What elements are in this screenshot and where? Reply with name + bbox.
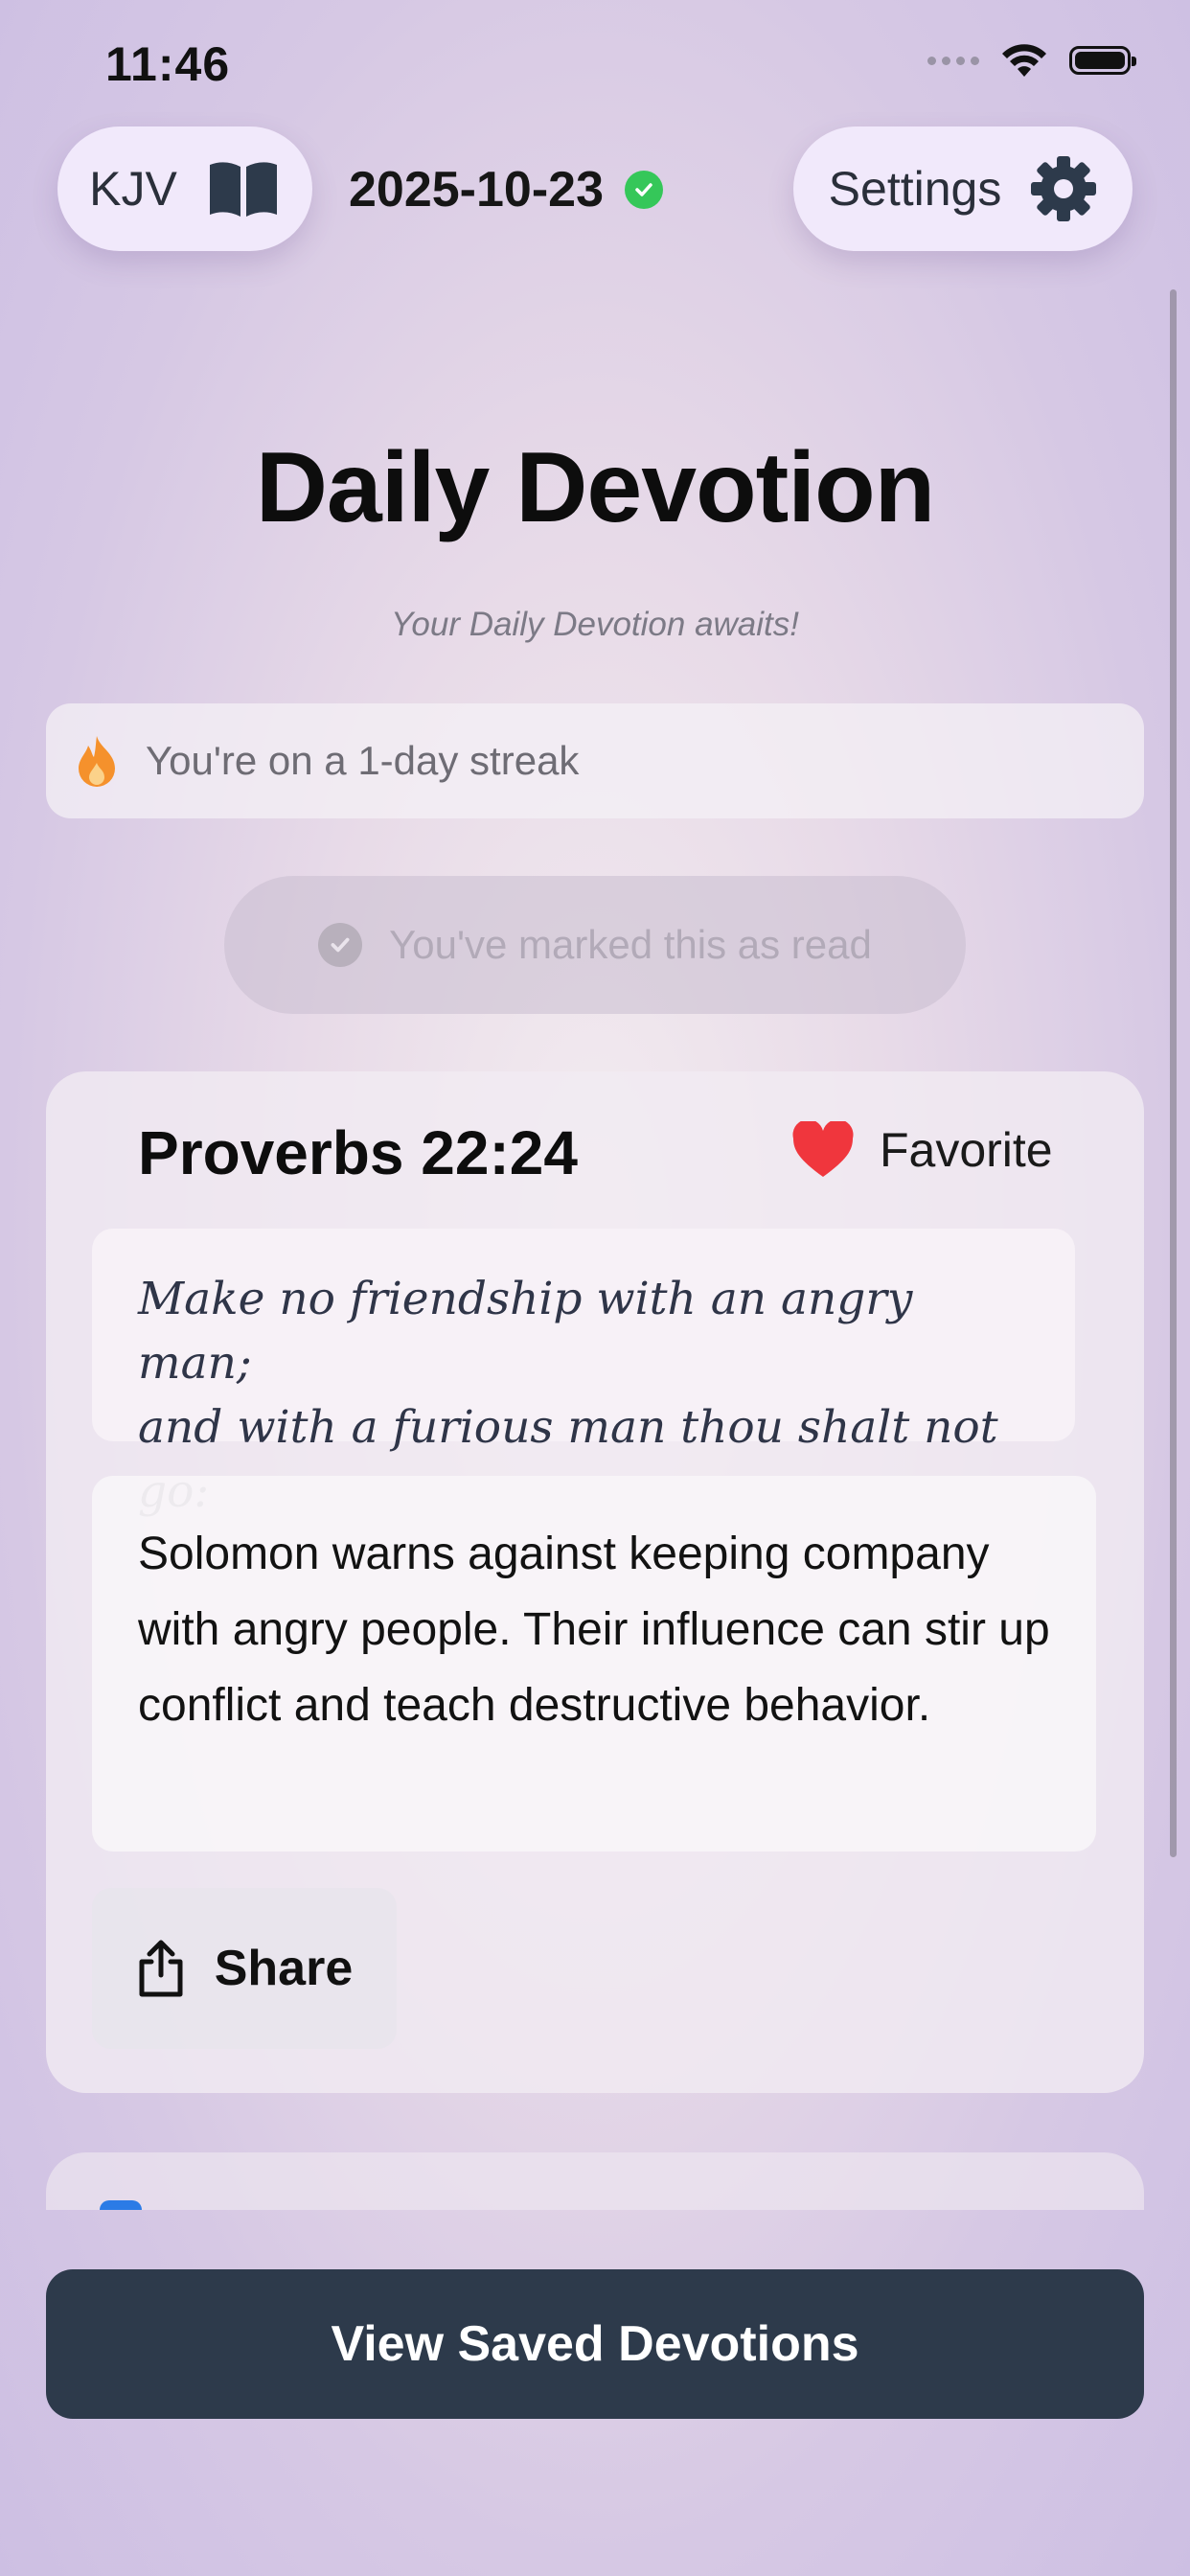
page-subtitle: Your Daily Devotion awaits! (390, 606, 800, 643)
battery-icon (1069, 46, 1136, 75)
status-time: 11:46 (105, 37, 231, 91)
date-label: 2025-10-23 (349, 162, 604, 218)
view-saved-devotions-button[interactable]: View Saved Devotions (46, 2269, 1144, 2419)
next-card (46, 2152, 1144, 2210)
translation-button[interactable]: KJV (57, 126, 312, 251)
read-status-label: You've marked this as read (389, 922, 872, 967)
page-title: Daily Devotion (255, 432, 935, 543)
streak-text: You're on a 1-day streak (146, 738, 580, 783)
current-date: 2025-10-23 (349, 161, 663, 218)
streak-banner: You're on a 1-day streak (46, 703, 1144, 818)
book-icon (209, 162, 277, 217)
explanation-text: Solomon warns against keeping company wi… (138, 1529, 1050, 1731)
verse-reference: Proverbs 22:24 (138, 1118, 578, 1187)
settings-button[interactable]: Settings (793, 126, 1133, 251)
share-label: Share (214, 1941, 354, 1996)
translation-label: KJV (89, 162, 177, 216)
favorite-button[interactable]: Favorite (791, 1121, 1053, 1179)
cellular-signal-icon (927, 56, 979, 65)
heart-icon (792, 1121, 854, 1177)
verse-line: Make no friendship with an angry man; (138, 1273, 913, 1390)
status-icons (927, 42, 1136, 79)
next-card-icon (100, 2200, 142, 2210)
mark-read-button[interactable]: You've marked this as read (224, 876, 966, 1014)
favorite-label: Favorite (880, 1123, 1053, 1177)
gear-icon (1031, 156, 1097, 221)
check-circle-icon (625, 171, 663, 209)
check-circle-icon (318, 923, 363, 967)
wifi-icon (1002, 44, 1046, 77)
settings-label: Settings (828, 162, 1002, 216)
share-icon (139, 1940, 183, 1997)
share-button[interactable]: Share (92, 1888, 397, 2049)
flame-icon (79, 736, 115, 787)
